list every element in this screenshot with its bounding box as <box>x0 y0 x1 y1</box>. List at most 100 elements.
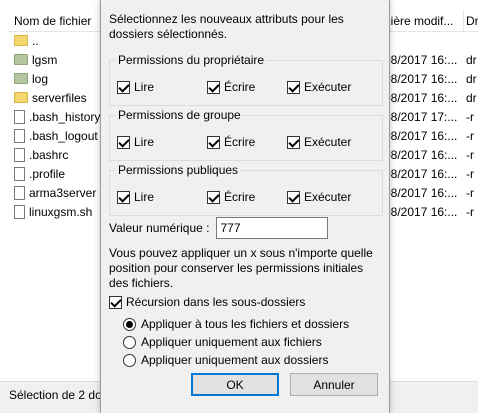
checkbox-label: Écrire <box>224 135 256 149</box>
checkbox-box[interactable] <box>117 80 130 94</box>
file-name: log <box>32 72 49 86</box>
group-read-checkbox[interactable]: Lire <box>117 134 154 150</box>
permissions <box>464 32 478 51</box>
checkbox-label: Lire <box>134 135 155 149</box>
owner-execute-checkbox[interactable]: Exécuter <box>287 79 351 95</box>
file-details-column: 08/2017 16:... dr 08/2017 16:... dr 08/201… <box>378 32 478 222</box>
group-title: Permissions publiques <box>116 163 241 178</box>
file-details-row[interactable]: 08/2017 16:... dr <box>378 70 478 89</box>
modified-date: 08/2017 16:... <box>384 148 458 162</box>
permissions: -r <box>466 167 474 181</box>
modified-date: 08/2017 16:... <box>384 53 458 67</box>
folder-icon <box>14 54 28 66</box>
radio-dot[interactable] <box>123 353 136 367</box>
file-details-row[interactable] <box>378 32 478 51</box>
radio-apply-files[interactable]: Appliquer uniquement aux fichiers <box>123 335 322 349</box>
file-row[interactable]: .bashrc <box>8 146 101 165</box>
file-name: linuxgsm.sh <box>29 205 93 219</box>
modified-date: 08/2017 17:... <box>384 110 458 124</box>
file-row[interactable]: serverfiles <box>8 89 101 108</box>
status-text: Sélection de 2 dos <box>9 388 108 402</box>
file-name: serverfiles <box>32 91 87 105</box>
permissions-dialog: Sélectionnez les nouveaux attributs pour… <box>100 0 390 413</box>
file-row[interactable]: arma3server <box>8 184 101 203</box>
file-row[interactable]: .bash_logout <box>8 127 101 146</box>
checkbox-box[interactable] <box>287 190 300 204</box>
owner-read-checkbox[interactable]: Lire <box>117 79 154 95</box>
permissions: -r <box>466 110 474 124</box>
modified-date: 08/2017 16:... <box>384 205 458 219</box>
public-read-checkbox[interactable]: Lire <box>117 189 154 205</box>
permissions: -r <box>466 205 474 219</box>
file-details-row[interactable]: 08/2017 16:... -r <box>378 203 478 222</box>
file-row[interactable]: log <box>8 70 101 89</box>
file-details-row[interactable]: 08/2017 16:... -r <box>378 146 478 165</box>
checkbox-box[interactable] <box>109 295 122 309</box>
file-icon <box>14 166 25 181</box>
checkbox-label: Exécuter <box>304 190 352 204</box>
checkbox-box[interactable] <box>207 190 220 204</box>
modified-date: 08/2017 16:... <box>384 186 458 200</box>
radio-label: Appliquer uniquement aux dossiers <box>141 353 329 367</box>
group-write-checkbox[interactable]: Écrire <box>207 134 255 150</box>
file-name: .profile <box>29 167 66 181</box>
column-header-name[interactable]: Nom de fichier <box>8 10 101 32</box>
numeric-value-label: Valeur numérique : <box>109 221 210 235</box>
modified-date <box>378 32 464 51</box>
ok-button[interactable]: OK <box>191 373 279 396</box>
checkbox-box[interactable] <box>117 190 130 204</box>
checkbox-label: Exécuter <box>304 80 352 94</box>
permissions: dr <box>466 53 477 67</box>
file-details-row[interactable]: 08/2017 16:... -r <box>378 184 478 203</box>
checkbox-box[interactable] <box>207 135 220 149</box>
file-name: .bashrc <box>29 148 69 162</box>
file-details-row[interactable]: 08/2017 16:... -r <box>378 165 478 184</box>
numeric-value-input[interactable] <box>215 217 328 239</box>
modified-date: 08/2017 16:... <box>384 167 458 181</box>
radio-dot[interactable] <box>123 335 136 349</box>
modified-date: 08/2017 16:... <box>384 91 458 105</box>
checkbox-label: Récursion dans les sous-dossiers <box>126 295 306 309</box>
group-execute-checkbox[interactable]: Exécuter <box>287 134 351 150</box>
public-execute-checkbox[interactable]: Exécuter <box>287 189 351 205</box>
radio-apply-folders[interactable]: Appliquer uniquement aux dossiers <box>123 353 328 367</box>
file-row[interactable]: .bash_history <box>8 108 101 127</box>
file-row[interactable]: lgsm <box>8 51 101 70</box>
file-details-row[interactable]: 08/2017 16:... dr <box>378 89 478 108</box>
recurse-subfolders-checkbox[interactable]: Récursion dans les sous-dossiers <box>109 295 305 309</box>
hint-text: Vous pouvez appliquer un x sous n'import… <box>109 246 373 290</box>
file-name: lgsm <box>32 53 58 67</box>
checkbox-label: Lire <box>134 80 155 94</box>
file-details-row[interactable]: 08/2017 16:... -r <box>378 127 478 146</box>
group-permissions-group: Permissions de groupe Lire Écrire Exécut… <box>109 108 383 161</box>
file-row[interactable]: linuxgsm.sh <box>8 203 101 222</box>
radio-apply-all[interactable]: Appliquer à tous les fichiers et dossier… <box>123 317 349 331</box>
file-row[interactable]: .. <box>8 32 101 51</box>
checkbox-box[interactable] <box>287 135 300 149</box>
file-icon <box>14 185 25 200</box>
column-header-permissions[interactable]: Dr <box>464 10 478 32</box>
folder-icon <box>14 35 28 47</box>
group-title: Permissions du propriétaire <box>116 53 267 68</box>
checkbox-box[interactable] <box>117 135 130 149</box>
checkbox-label: Écrire <box>224 80 256 94</box>
file-details-row[interactable]: 08/2017 16:... dr <box>378 51 478 70</box>
cancel-button[interactable]: Annuler <box>290 373 378 396</box>
public-write-checkbox[interactable]: Écrire <box>207 189 255 205</box>
file-details-row[interactable]: 08/2017 17:... -r <box>378 108 478 127</box>
file-row[interactable]: .profile <box>8 165 101 184</box>
checkbox-box[interactable] <box>207 80 220 94</box>
checkbox-label: Lire <box>134 190 155 204</box>
owner-write-checkbox[interactable]: Écrire <box>207 79 255 95</box>
dialog-intro-text: Sélectionnez les nouveaux attributs pour… <box>109 12 344 41</box>
file-name: .bash_history <box>29 110 101 124</box>
column-header-modified[interactable]: nière modif... <box>378 10 464 32</box>
radio-dot[interactable] <box>123 317 136 331</box>
checkbox-box[interactable] <box>287 80 300 94</box>
permissions: -r <box>466 148 474 162</box>
file-icon <box>14 204 25 219</box>
permissions: -r <box>466 129 474 143</box>
numeric-value-row: Valeur numérique : <box>109 217 328 239</box>
permissions: dr <box>466 72 477 86</box>
file-name: .bash_logout <box>29 129 98 143</box>
